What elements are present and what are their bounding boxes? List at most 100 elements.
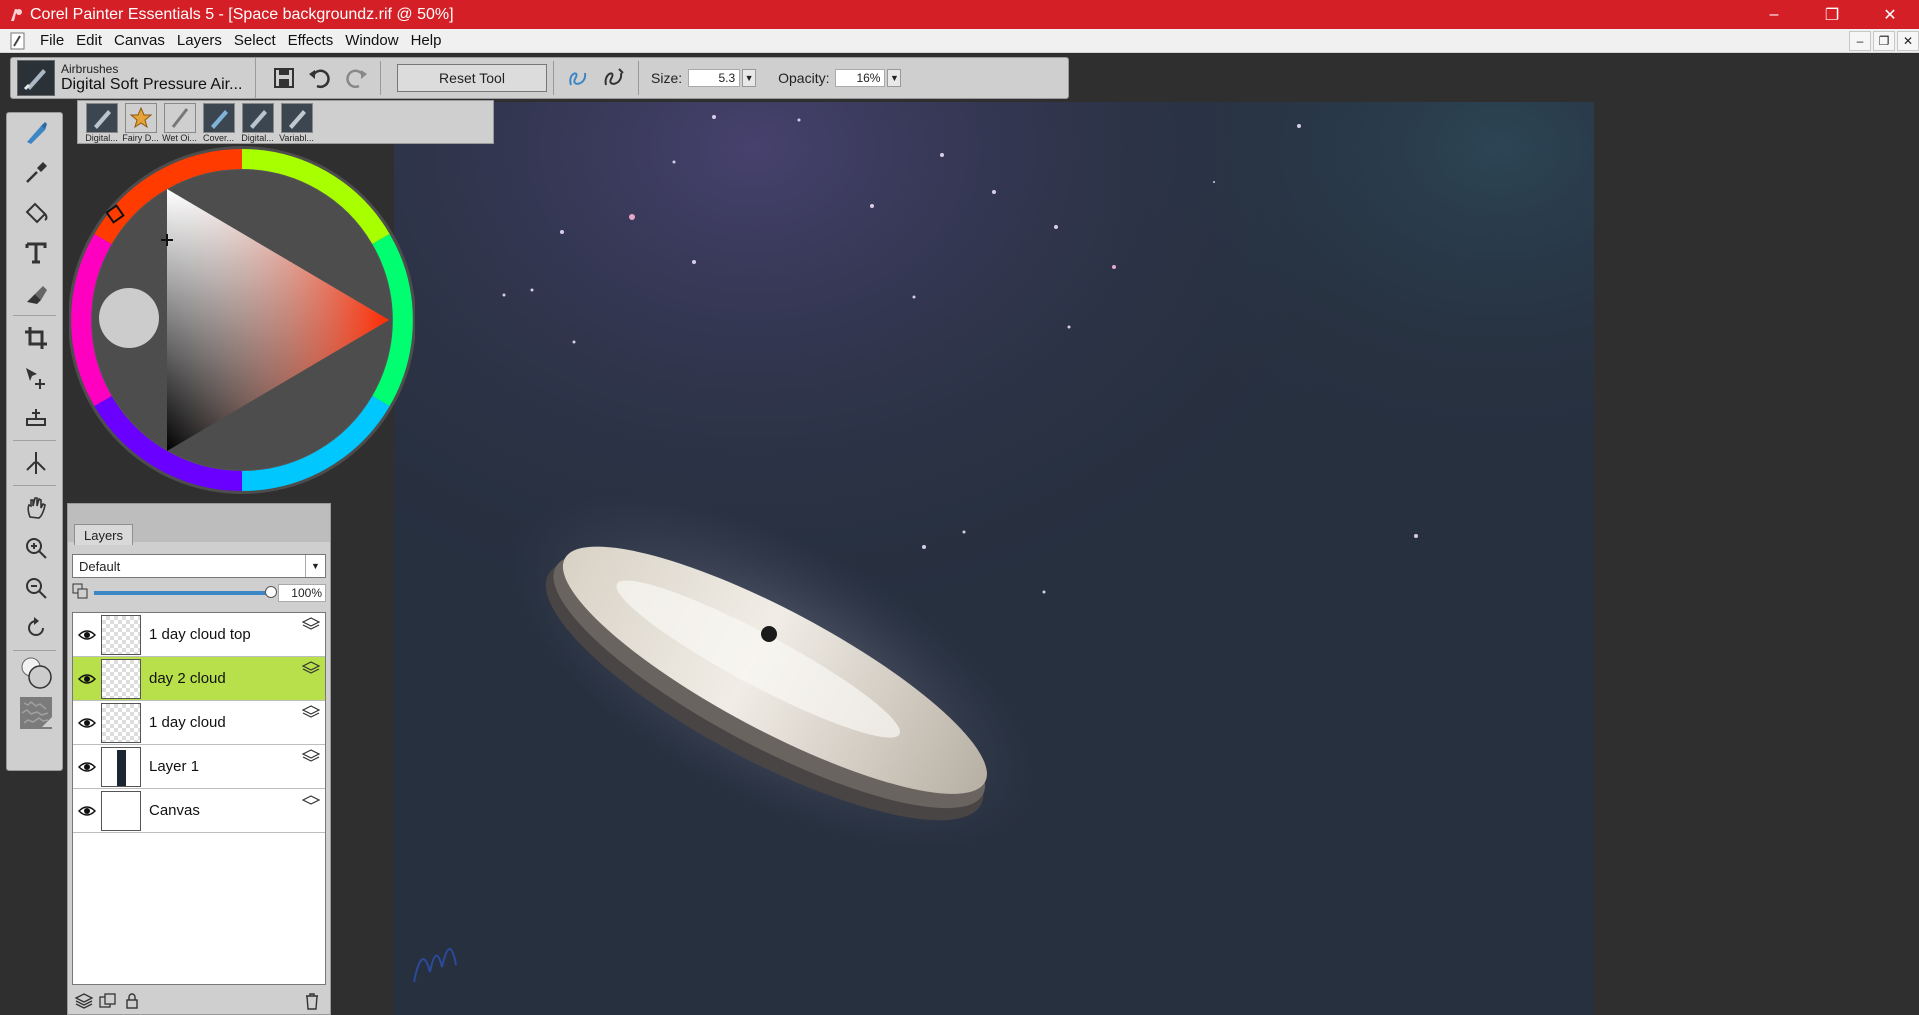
brush-variant-label: Digital Soft Pressure Air...	[61, 75, 243, 93]
separator	[13, 485, 56, 486]
opacity-input[interactable]: 16%	[835, 69, 886, 87]
close-button[interactable]: ✕	[1861, 0, 1919, 29]
brush-tool-icon[interactable]	[7, 113, 64, 153]
grabber-hand-tool-icon[interactable]	[7, 488, 64, 528]
doc-minimize-button[interactable]: –	[1849, 30, 1871, 51]
layers-panel-header: Layers	[68, 504, 330, 545]
recent-brush-6[interactable]: Variabl...	[277, 103, 316, 143]
doc-close-button[interactable]: ✕	[1897, 30, 1919, 51]
layer-row[interactable]: Canvas	[73, 789, 325, 833]
zoom-out-tool-icon[interactable]	[7, 568, 64, 608]
doc-restore-button[interactable]: ❐	[1873, 30, 1895, 51]
document-icon[interactable]	[8, 31, 28, 51]
separator	[13, 440, 56, 441]
composite-method-value: Default	[79, 558, 121, 574]
menu-effects[interactable]: Effects	[282, 32, 340, 49]
layers-list: 1 day cloud top day 2 cloud 1 day cloud …	[72, 612, 326, 985]
app-logo-icon	[6, 5, 26, 25]
separator	[638, 61, 639, 95]
trash-icon[interactable]	[300, 990, 324, 1012]
eye-visibility-icon[interactable]	[73, 657, 101, 701]
redo-icon[interactable]	[338, 60, 374, 96]
layer-row[interactable]: 1 day cloud	[73, 701, 325, 745]
menu-window[interactable]: Window	[339, 32, 404, 49]
layer-row[interactable]: Layer 1	[73, 745, 325, 789]
eye-visibility-icon[interactable]	[73, 745, 101, 789]
menu-help[interactable]: Help	[405, 32, 448, 49]
eye-visibility-icon[interactable]	[73, 789, 101, 833]
recent-brush-1[interactable]: Digital...	[82, 103, 121, 143]
painting-canvas[interactable]	[394, 102, 1594, 1015]
menu-edit[interactable]: Edit	[70, 32, 108, 49]
title-bar: Corel Painter Essentials 5 - [Space back…	[0, 0, 1919, 29]
layer-name: 1 day cloud top	[149, 626, 251, 643]
save-icon[interactable]	[266, 60, 302, 96]
eraser-tool-icon[interactable]	[7, 273, 64, 313]
menu-select[interactable]: Select	[228, 32, 282, 49]
eye-visibility-icon[interactable]	[73, 701, 101, 745]
symmetry-tool-icon[interactable]	[7, 443, 64, 483]
size-input[interactable]: 5.3	[688, 69, 741, 87]
menu-canvas[interactable]: Canvas	[108, 32, 171, 49]
lock-icon[interactable]	[120, 990, 144, 1012]
slider-knob[interactable]	[265, 586, 277, 598]
layer-opacity-icon	[72, 583, 88, 604]
window-title: Corel Painter Essentials 5 - [Space back…	[30, 5, 454, 23]
paint-bucket-tool-icon[interactable]	[7, 193, 64, 233]
rotate-page-tool-icon[interactable]	[7, 608, 64, 648]
size-label: Size:	[651, 70, 683, 86]
separator	[553, 61, 554, 95]
layer-name: Canvas	[149, 802, 200, 819]
stroke-dynamics-icon[interactable]	[596, 60, 632, 96]
restore-button[interactable]: ❐	[1803, 0, 1861, 29]
recent-brush-label: Fairy D...	[122, 133, 159, 143]
layer-row[interactable]: 1 day cloud top	[73, 613, 325, 657]
menu-file[interactable]: File	[34, 32, 70, 49]
size-dropdown-icon[interactable]: ▼	[742, 69, 757, 87]
layer-opacity-input[interactable]: 100%	[278, 584, 326, 602]
zoom-in-tool-icon[interactable]	[7, 528, 64, 568]
undo-icon[interactable]	[302, 60, 338, 96]
paper-texture-icon[interactable]	[7, 693, 64, 733]
stroke-attributes-icon[interactable]	[560, 60, 596, 96]
cover-brush-icon	[202, 103, 235, 133]
new-layer-icon[interactable]	[96, 990, 120, 1012]
dropper-tool-icon[interactable]	[7, 153, 64, 193]
document-window-controls: – ❐ ✕	[1847, 30, 1919, 51]
recent-brush-label: Cover...	[202, 133, 234, 143]
text-tool-icon[interactable]	[7, 233, 64, 273]
layer-thumbnail	[101, 702, 141, 743]
recent-brush-label: Digital...	[85, 133, 118, 143]
recent-brush-4[interactable]: Cover...	[199, 103, 238, 143]
minimize-button[interactable]: –	[1745, 0, 1803, 29]
opacity-dropdown-icon[interactable]: ▼	[887, 69, 902, 87]
separator	[380, 61, 381, 95]
tab-layers[interactable]: Layers	[74, 524, 133, 545]
layer-row-selected[interactable]: day 2 cloud	[73, 657, 325, 701]
layer-commands-icon[interactable]	[72, 990, 96, 1012]
recent-brush-label: Wet Oi...	[162, 133, 197, 143]
airbrush-icon	[17, 60, 55, 96]
airbrush-icon	[241, 103, 274, 133]
transform-tool-icon[interactable]	[7, 358, 64, 398]
recent-brush-2[interactable]: Fairy D...	[121, 103, 160, 143]
reset-tool-button[interactable]: Reset Tool	[397, 64, 547, 92]
recent-brush-5[interactable]: Digital...	[238, 103, 277, 143]
composite-method-select[interactable]: Default ▼	[72, 554, 326, 578]
eye-visibility-icon[interactable]	[73, 613, 101, 657]
color-wheel-panel[interactable]	[68, 144, 416, 496]
layer-name: Layer 1	[149, 758, 200, 775]
menu-bar: File Edit Canvas Layers Select Effects W…	[0, 29, 1919, 53]
menu-layers[interactable]: Layers	[171, 32, 228, 49]
selection-tool-icon[interactable]	[7, 398, 64, 438]
recent-brush-label: Variabl...	[279, 133, 314, 143]
separator	[13, 650, 56, 651]
crop-tool-icon[interactable]	[7, 318, 64, 358]
property-bar: Airbrushes Digital Soft Pressure Air... …	[10, 57, 1069, 99]
recent-brush-3[interactable]: Wet Oi...	[160, 103, 199, 143]
layers-panel: Layers Default ▼ 100% 1 day cloud top da…	[67, 503, 331, 1015]
main-color-swatch-icon[interactable]	[7, 653, 64, 693]
layer-opacity-slider[interactable]	[94, 586, 277, 598]
brush-selector[interactable]: Airbrushes Digital Soft Pressure Air...	[11, 58, 256, 98]
oil-brush-icon	[163, 103, 196, 133]
